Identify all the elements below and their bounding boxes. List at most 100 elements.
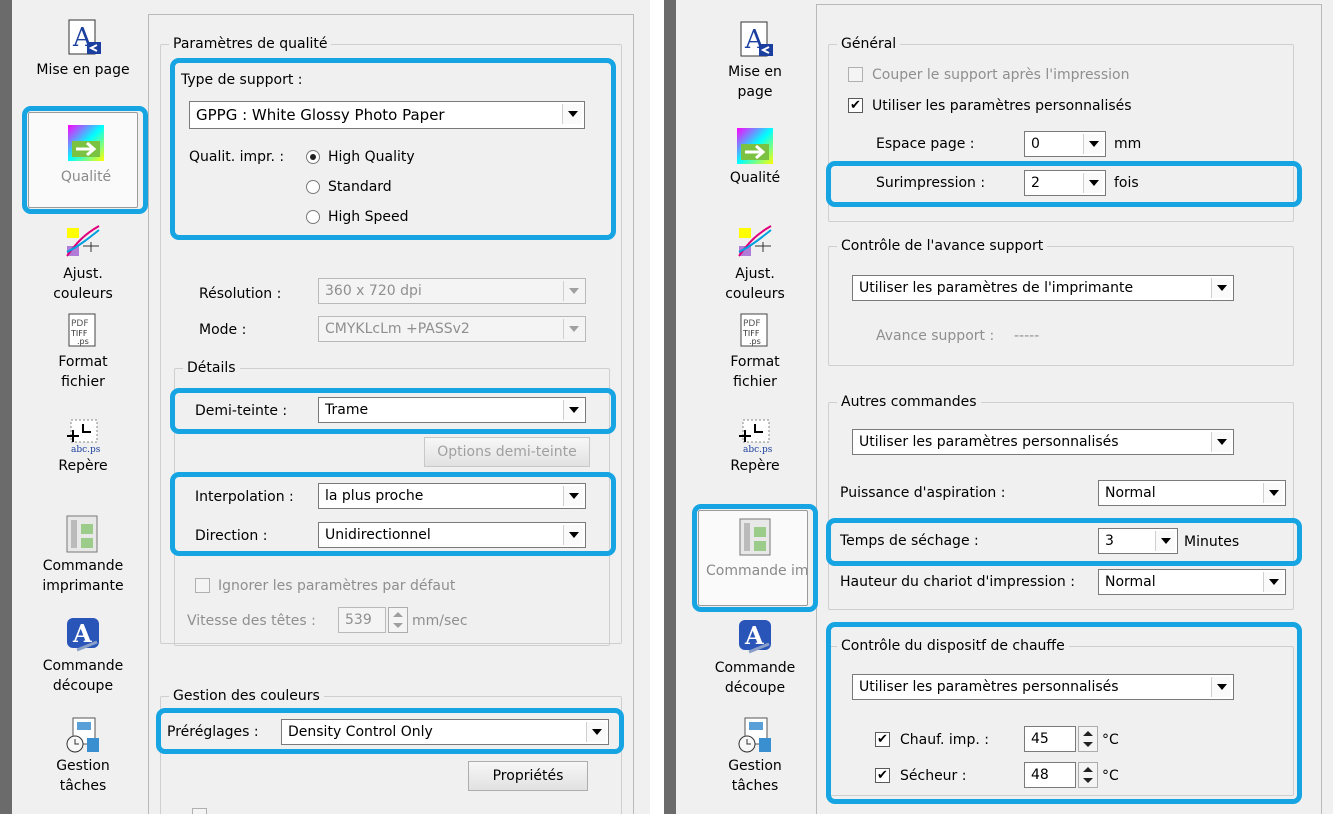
nav-commande-imprimante[interactable]: Commande imprimante xyxy=(28,514,138,596)
nav-repere[interactable]: abc.ps Repère xyxy=(28,414,138,476)
nav-commande-imprimante[interactable]: Commande imprimante xyxy=(698,510,808,606)
cut-command-icon: A xyxy=(739,620,771,654)
group-title: Gestion des couleurs xyxy=(169,687,324,705)
dryer-unit: °C xyxy=(1102,768,1119,784)
register-mark-icon: abc.ps xyxy=(739,419,773,454)
print-heater-label: Chauf. imp. : xyxy=(900,732,989,748)
print-heater-input[interactable]: 45 xyxy=(1024,726,1076,752)
radio-high-speed[interactable] xyxy=(306,210,320,224)
print-heater-spinner[interactable] xyxy=(1078,726,1098,752)
chevron-down-icon xyxy=(1083,173,1103,193)
ignore-defaults-checkbox[interactable] xyxy=(195,578,210,593)
right-sidebar: A Mise en page Qualité Ajust. couleurs P… xyxy=(676,0,814,814)
nav-ajust-couleurs[interactable]: Ajust. couleurs xyxy=(28,222,138,304)
direction-select[interactable]: Unidirectionnel xyxy=(318,522,586,548)
properties-button[interactable]: Propriétés xyxy=(468,761,588,791)
halftone-label: Demi-teinte : xyxy=(195,403,288,419)
mode-select[interactable]: CMYKLcLm +PASSv2 xyxy=(318,316,586,342)
radio-standard[interactable] xyxy=(306,180,320,194)
feed-control-group: Contrôle de l'avance support xyxy=(828,237,1294,366)
nav-commande-decoupe[interactable]: A Commande découpe xyxy=(28,614,138,696)
suction-label: Puissance d'aspiration : xyxy=(840,485,1006,501)
nav-mise-en-page[interactable]: A Mise en page xyxy=(28,18,138,80)
nav-label: Format fichier xyxy=(730,354,780,390)
dryer-checkbox[interactable]: ✔ xyxy=(875,768,890,783)
head-speed-spinner[interactable] xyxy=(388,607,408,633)
chevron-down-icon xyxy=(1083,134,1103,154)
cut-command-icon: A xyxy=(67,618,99,652)
nav-mise-en-page[interactable]: A Mise en page xyxy=(700,20,810,102)
group-title: Contrôle du dispositf de chauffe xyxy=(837,637,1069,655)
nav-label: Gestion tâches xyxy=(56,758,110,794)
feed-control-select[interactable]: Utiliser les paramètres de l'imprimante xyxy=(852,275,1234,301)
heater-control-select[interactable]: Utiliser les paramètres personnalisés xyxy=(852,674,1234,700)
standard-label: Standard xyxy=(328,179,392,195)
suction-select[interactable]: Normal xyxy=(1098,480,1286,506)
resolution-value: 360 x 720 dpi xyxy=(325,283,422,299)
nav-label: Qualité xyxy=(60,169,112,185)
overprint-select[interactable]: 2 xyxy=(1024,170,1106,196)
chevron-down-icon xyxy=(1211,677,1231,697)
nav-label: Repère xyxy=(58,458,108,474)
other-commands-select[interactable]: Utiliser les paramètres personnalisés xyxy=(852,429,1234,455)
nav-qualite[interactable]: Qualité xyxy=(28,112,138,208)
drying-select[interactable]: 3 xyxy=(1098,528,1178,554)
halftone-select[interactable]: Trame xyxy=(318,397,586,423)
head-speed-input[interactable]: 539 xyxy=(338,607,386,633)
group-title: Détails xyxy=(183,359,240,377)
chevron-down-icon xyxy=(563,400,583,420)
nav-gestion-taches[interactable]: Gestion tâches xyxy=(28,714,138,796)
direction-value: Unidirectionnel xyxy=(325,527,431,543)
svg-text:abc.ps: abc.ps xyxy=(71,445,101,454)
nav-format-fichier[interactable]: PDF TIFF .ps Format fichier xyxy=(28,310,138,392)
group-title: Contrôle de l'avance support xyxy=(837,237,1048,255)
nav-label: Ajust. couleurs xyxy=(725,266,785,302)
chevron-down-icon xyxy=(1155,531,1175,551)
feed-amount-value: ----- xyxy=(1014,328,1040,344)
presets-select[interactable]: Density Control Only xyxy=(281,719,609,745)
nav-ajust-couleurs[interactable]: Ajust. couleurs xyxy=(700,222,810,304)
chevron-down-icon xyxy=(1211,432,1231,452)
halftone-value: Trame xyxy=(325,402,369,418)
resolution-select[interactable]: 360 x 720 dpi xyxy=(318,278,586,304)
nav-label: Mise en page xyxy=(36,62,130,78)
print-heater-checkbox[interactable]: ✔ xyxy=(875,732,890,747)
dryer-input[interactable]: 48 xyxy=(1024,762,1076,788)
nav-commande-decoupe[interactable]: A Commande découpe xyxy=(700,616,810,698)
media-type-value: GPPG : White Glossy Photo Paper xyxy=(196,106,445,124)
chevron-down-icon xyxy=(1211,278,1231,298)
feed-amount-label: Avance support : xyxy=(876,328,995,344)
page-layout-icon: A xyxy=(68,19,101,55)
drying-value: 3 xyxy=(1105,533,1114,549)
use-custom-checkbox[interactable]: ✔ xyxy=(848,98,863,113)
halftone-options-button[interactable]: Options demi-teinte xyxy=(424,437,590,467)
carriage-label: Hauteur du chariot d'impression : xyxy=(840,574,1075,590)
media-type-select[interactable]: GPPG : White Glossy Photo Paper xyxy=(189,101,585,129)
chevron-down-icon xyxy=(563,281,583,301)
partial-checkbox[interactable] xyxy=(192,808,207,814)
dryer-spinner[interactable] xyxy=(1078,762,1098,788)
head-speed-unit: mm/sec xyxy=(412,613,468,629)
cut-media-checkbox[interactable] xyxy=(848,67,863,82)
presets-value: Density Control Only xyxy=(288,724,433,740)
color-management-group: Gestion des couleurs xyxy=(160,687,622,814)
chevron-down-icon xyxy=(562,104,582,124)
nav-format-fichier[interactable]: PDF TIFF .ps Format fichier xyxy=(700,310,810,392)
svg-text:.ps: .ps xyxy=(77,337,89,346)
radio-high-quality[interactable] xyxy=(306,150,320,164)
presets-label: Préréglages : xyxy=(167,724,259,740)
interpolation-select[interactable]: la plus proche xyxy=(318,483,586,509)
nav-repere[interactable]: abc.ps Repère xyxy=(700,414,810,476)
print-heater-unit: °C xyxy=(1102,732,1119,748)
right-window-edge xyxy=(664,0,676,814)
nav-gestion-taches[interactable]: Gestion tâches xyxy=(700,714,810,796)
nav-label: Commande imprimante xyxy=(42,558,124,594)
nav-qualite[interactable]: Qualité xyxy=(700,126,810,188)
quality-arrow-icon xyxy=(68,125,104,161)
page-space-select[interactable]: 0 xyxy=(1024,131,1106,157)
media-type-label: Type de support : xyxy=(181,72,303,88)
interpolation-value: la plus proche xyxy=(325,488,424,504)
left-window-right-edge xyxy=(650,0,664,814)
group-title: Paramètres de qualité xyxy=(169,35,332,53)
carriage-select[interactable]: Normal xyxy=(1098,569,1286,595)
